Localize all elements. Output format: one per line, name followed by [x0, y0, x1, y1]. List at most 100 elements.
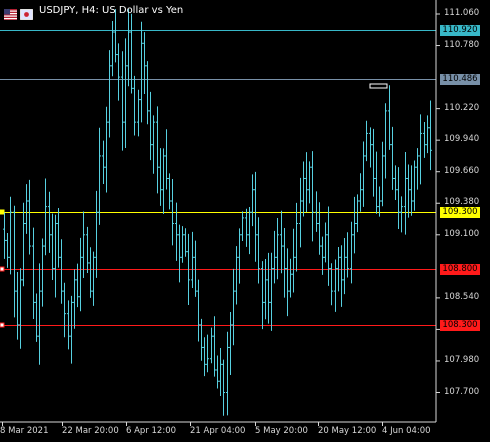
ohlc-bar [292, 228, 295, 293]
ohlc-bar [181, 226, 184, 263]
ohlc-bar [267, 252, 270, 324]
cyan-line-price-tag: 110.920 [440, 24, 480, 36]
ohlc-bar [257, 217, 260, 284]
ohlc-bar [426, 115, 429, 154]
ohlc-bar [70, 295, 73, 364]
ohlc-bar [359, 173, 362, 212]
ohlc-bar [3, 212, 6, 259]
price-axis-label: 109.660 [444, 165, 480, 176]
ohlc-bar [372, 128, 375, 197]
ohlc-bar [350, 221, 353, 284]
ohlc-bar [210, 327, 213, 364]
time-axis-label: 5 May 20:00 [255, 426, 308, 436]
ohlc-bar [407, 164, 410, 218]
price-axis-label: 109.940 [444, 134, 480, 145]
ohlc-bar [245, 208, 248, 247]
ohlc-bar [391, 126, 394, 190]
ohlc-bar [327, 206, 330, 286]
ohlc-bar [82, 211, 85, 279]
ohlc-bar [356, 194, 359, 233]
ohlc-bar [86, 226, 89, 274]
ohlc-bar [394, 165, 397, 200]
ohlc-bar [410, 165, 413, 216]
ohlc-bar [67, 300, 70, 350]
ohlc-bar [340, 245, 343, 307]
ohlc-bar [229, 312, 232, 376]
ohlc-bar [197, 279, 200, 342]
ohlc-bar [273, 230, 276, 284]
chart-title-bar: USDJPY, H4: US Dollar vs Yen [4, 2, 184, 20]
ohlc-bar [397, 167, 400, 229]
ohlc-bar [318, 202, 321, 255]
ohlc-bar [232, 268, 235, 346]
drawing-objects [369, 83, 388, 89]
red-line-lower-anchor-marker[interactable] [0, 322, 5, 328]
time-axis-label: 6 Apr 12:00 [126, 426, 177, 436]
ohlc-bar [261, 261, 264, 330]
price-axis-label: 107.700 [444, 386, 480, 397]
ohlc-bar [315, 191, 318, 232]
ohlc-bar [251, 174, 254, 227]
ohlc-bar [92, 251, 95, 306]
price-axis-label: 111.060 [444, 8, 480, 18]
gray-line-price-tag: 110.486 [440, 73, 480, 85]
ohlc-bar [400, 196, 403, 233]
ohlc-bar [413, 160, 416, 211]
price-axis-label: 109.100 [444, 228, 480, 239]
time-axis-label: 22 Mar 20:00 [62, 426, 119, 436]
ohlc-bar [165, 129, 168, 190]
ohlc-bar [137, 89, 140, 137]
ohlc-bar [73, 269, 76, 329]
ohlc-bar [102, 140, 105, 184]
yellow-line-anchor-marker[interactable] [0, 209, 5, 215]
ohlc-bar [22, 202, 25, 287]
ohlc-bar [175, 202, 178, 261]
red-line-lower-price-tag: 108.300 [440, 319, 480, 331]
ohlc-bar [121, 51, 124, 151]
ohlc-bar [280, 210, 283, 274]
price-axis-label: 110.780 [444, 39, 480, 50]
ohlc-bar [79, 237, 82, 312]
ohlc-bar [124, 38, 127, 148]
ohlc-bar [6, 233, 9, 268]
ohlc-bar [117, 43, 120, 101]
ohlc-bar [295, 202, 298, 272]
ohlc-bar [140, 21, 143, 123]
ohlc-bar [108, 50, 111, 138]
ohlc-bar [254, 171, 257, 262]
time-axis-label: 4 Jun 04:00 [382, 426, 431, 436]
ohlc-bar [216, 355, 219, 389]
time-axis-label: 21 Apr 04:00 [190, 426, 246, 436]
time-axis-label: 20 May 12:00 [318, 426, 377, 436]
us-flag-icon [4, 5, 17, 20]
chart-title: USDJPY, H4: US Dollar vs Yen [39, 4, 184, 16]
rectangle-drawing[interactable] [369, 83, 388, 89]
ohlc-bar [365, 120, 368, 162]
price-axis-label: 110.220 [444, 102, 480, 113]
ohlc-bar [276, 217, 279, 280]
ohlc-bar [311, 151, 314, 242]
ohlc-bar [149, 91, 152, 161]
ohlc-bar [89, 247, 92, 298]
ohlc-bar [334, 259, 337, 312]
ohlc-bar [343, 237, 346, 295]
chart-area[interactable] [0, 0, 490, 442]
ohlc-bar [57, 207, 60, 268]
red-line-upper-anchor-marker[interactable] [0, 266, 5, 272]
ohlc-bar [146, 61, 149, 125]
ohlc-bar [41, 238, 44, 307]
ohlc-bar [38, 263, 41, 365]
ohlc-bar [60, 239, 63, 304]
ohlc-bar [283, 228, 286, 298]
ohlc-bar [241, 211, 244, 241]
ohlc-bar [324, 222, 327, 263]
ohlc-bar [362, 141, 365, 207]
ohlc-bar [168, 173, 171, 210]
ohlc-bar [184, 228, 187, 257]
ohlc-bar [32, 227, 35, 319]
ohlc-bar [143, 32, 146, 95]
ohlc-bar [308, 161, 311, 204]
ohlc-bar [28, 179, 31, 255]
ohlc-bar [346, 232, 349, 278]
ohlc-bar [429, 100, 432, 171]
